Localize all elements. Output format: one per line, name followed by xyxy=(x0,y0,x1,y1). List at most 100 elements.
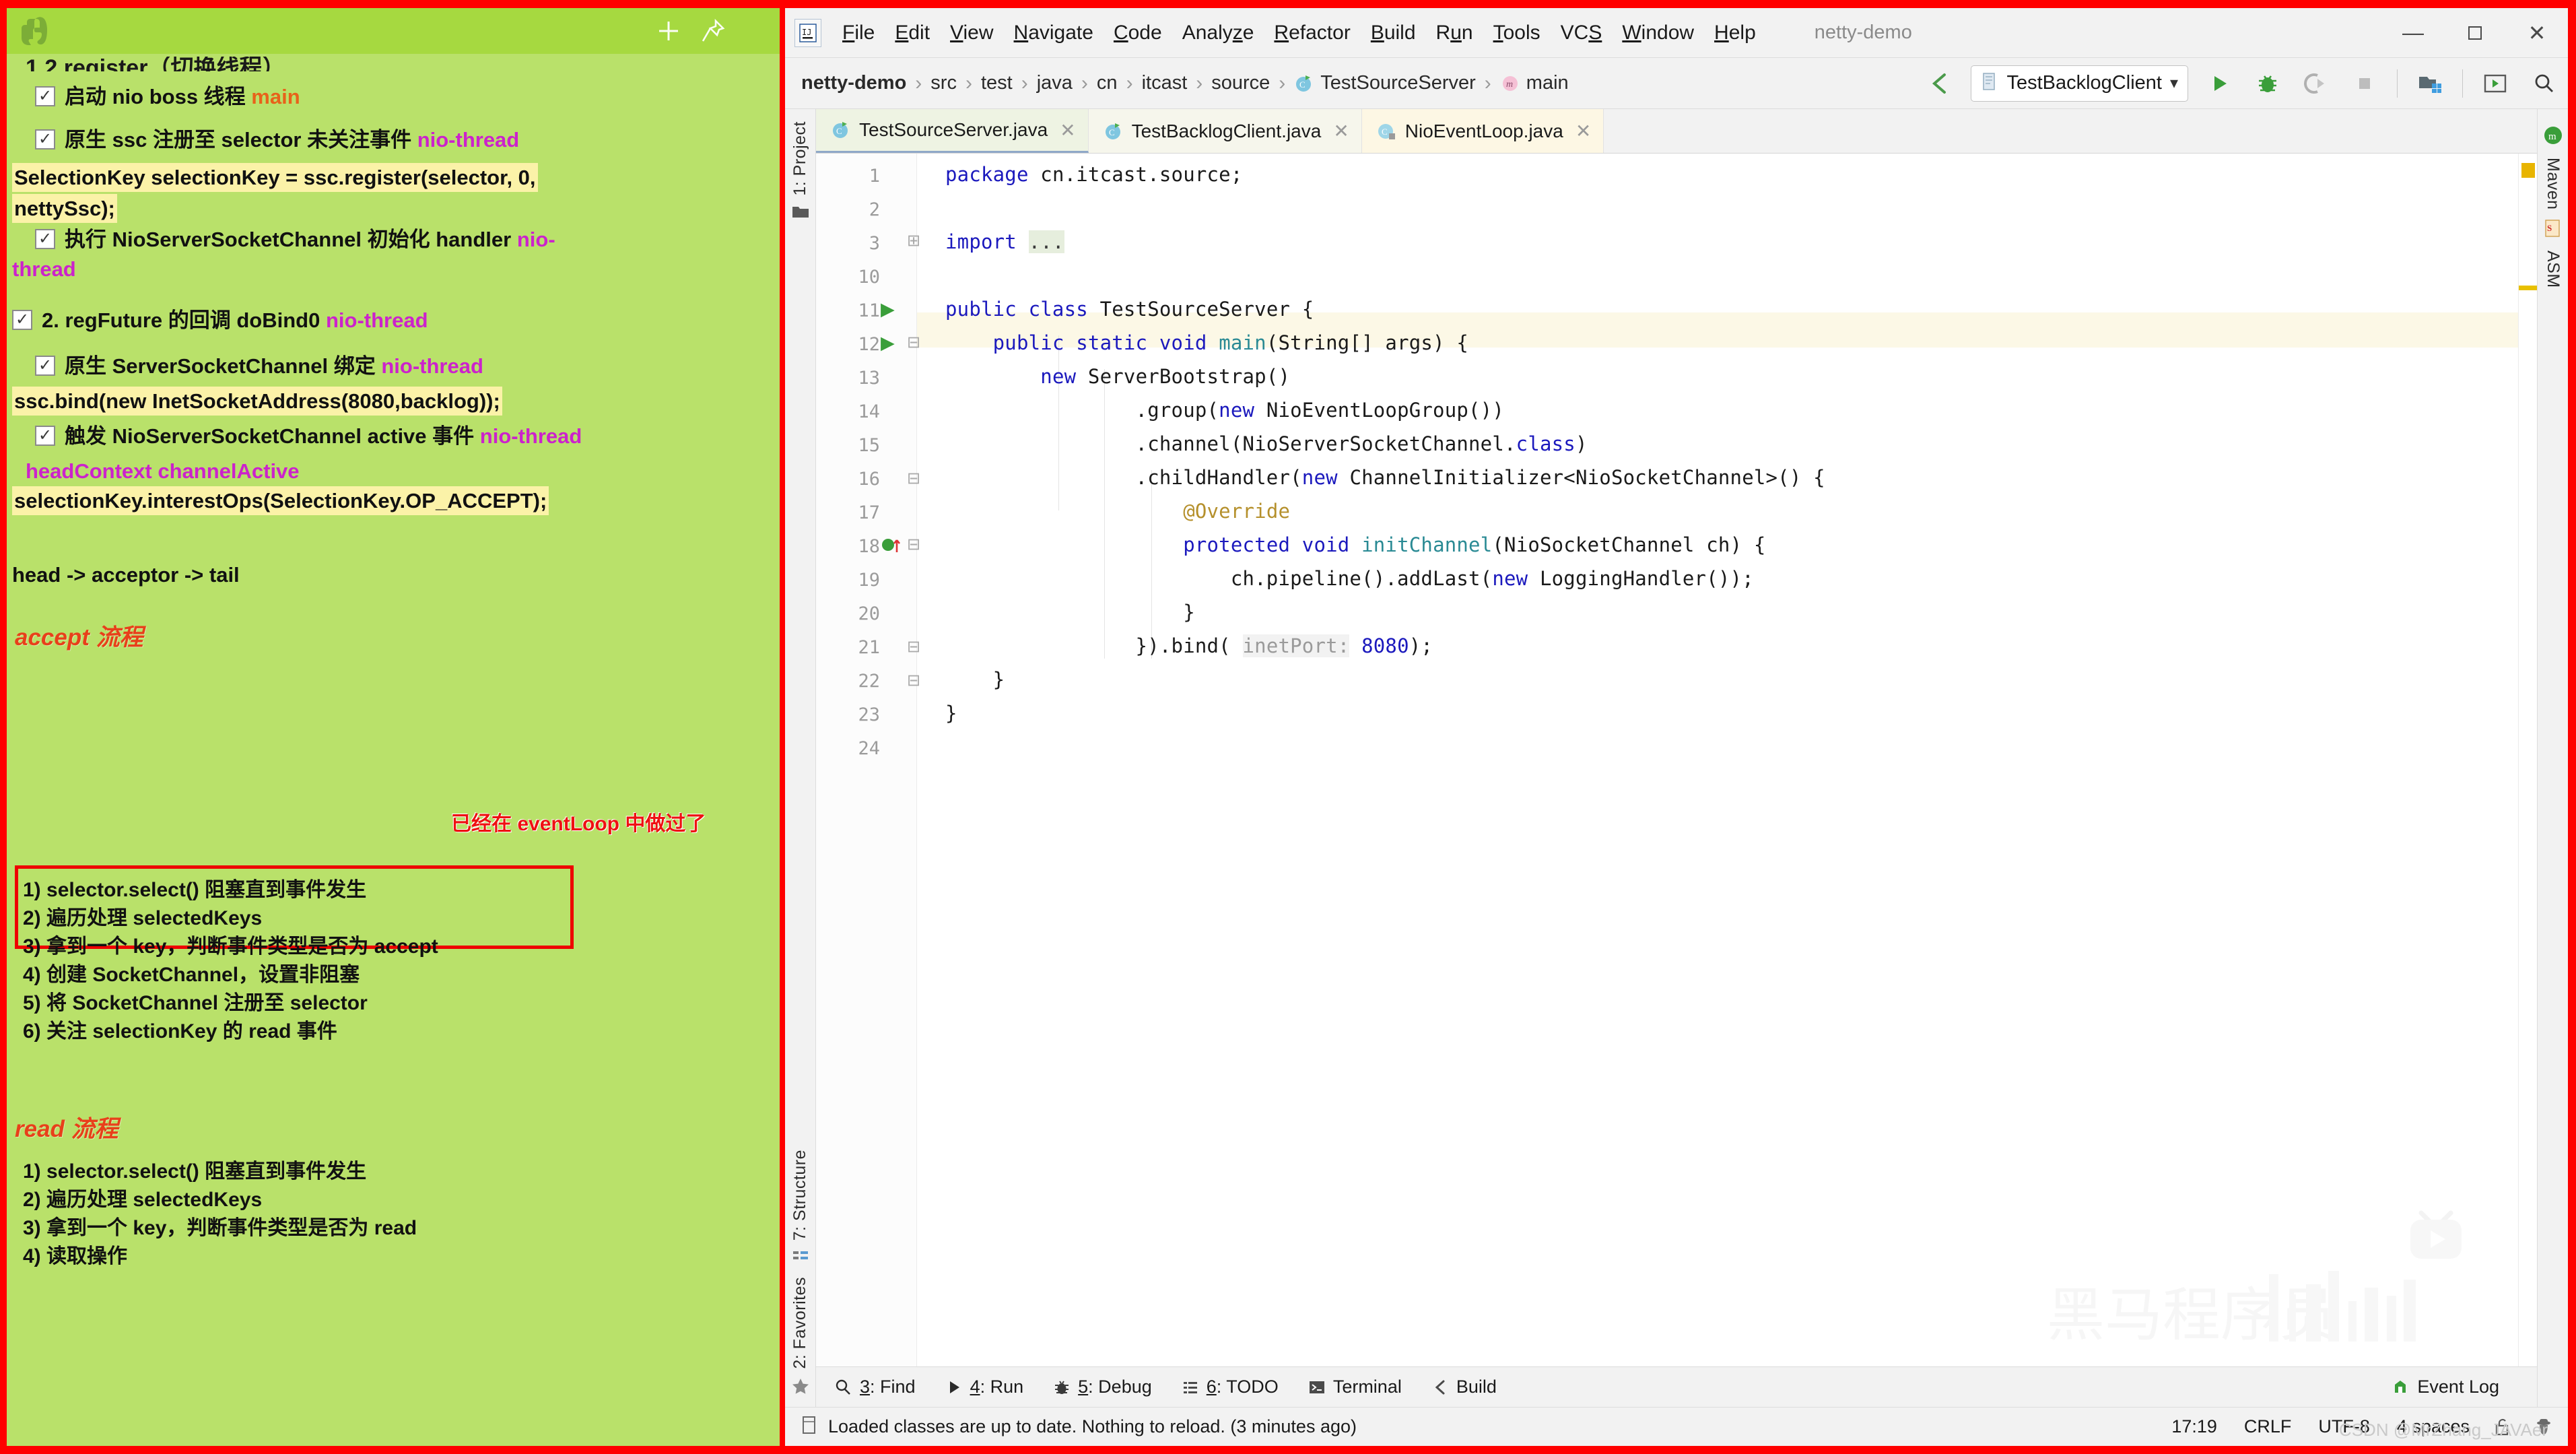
breadcrumb-item-source[interactable]: source xyxy=(1211,72,1270,94)
code-line: @Override xyxy=(1183,500,1291,523)
breadcrumb-item-test[interactable]: test xyxy=(981,72,1013,94)
menu-help[interactable]: Help xyxy=(1704,19,1766,47)
checkbox-checked-icon[interactable] xyxy=(12,310,32,330)
debug-bug-icon[interactable] xyxy=(2245,63,2290,104)
code-editor[interactable]: 1 2 3 10 11 12 13 14 15 16 17 18 19 20 2… xyxy=(816,154,2537,1366)
menu-window[interactable]: Window xyxy=(1612,19,1704,47)
menu-refactor[interactable]: Refactor xyxy=(1264,19,1360,47)
chevron-down-icon[interactable]: ▾ xyxy=(2170,73,2178,93)
menu-tools[interactable]: Tools xyxy=(1483,19,1551,47)
line-separator[interactable]: CRLF xyxy=(2244,1416,2292,1437)
sidebar-item-maven[interactable]: Maven xyxy=(2543,158,2563,210)
status-message[interactable]: Loaded classes are up to date. Nothing t… xyxy=(828,1416,1357,1437)
breadcrumb-separator: › xyxy=(1021,71,1028,94)
line-number: 19 xyxy=(858,570,880,591)
checklist-item[interactable]: 2. regFuture 的回调 doBind0 nio-thread xyxy=(12,307,428,334)
tool-window-strip: 3: Find 4: Run 5: Debug 6: TODO Termina… xyxy=(816,1366,2537,1407)
csdn-watermark: CSDN @MrZhang_JAVAer xyxy=(2338,1420,2548,1440)
menu-code[interactable]: Code xyxy=(1104,19,1172,47)
sidebar-item-asm[interactable]: ASM xyxy=(2543,251,2563,288)
star-favorites-icon[interactable] xyxy=(791,1377,810,1395)
breadcrumb-item-project[interactable]: netty-demo xyxy=(801,72,906,94)
run-configuration-selector[interactable]: TestBacklogClient ▾ xyxy=(1971,65,2188,102)
note-code-highlight: selectionKey.interestOps(SelectionKey.OP… xyxy=(12,486,549,515)
event-log-button[interactable]: Event Log xyxy=(2391,1377,2499,1397)
menu-analyze[interactable]: Analyze xyxy=(1172,19,1264,47)
line-number: 11 xyxy=(858,300,880,321)
tool-run[interactable]: 4: Run xyxy=(945,1377,1023,1397)
checklist-label: 原生 ssc 注册至 selector 未关注事件 nio-thread xyxy=(65,128,520,152)
caret-position[interactable]: 17:19 xyxy=(2171,1416,2217,1437)
checkbox-checked-icon[interactable] xyxy=(35,356,55,376)
checklist-item[interactable]: 启动 nio boss 线程 main xyxy=(35,84,300,110)
project-structure-icon[interactable] xyxy=(2408,63,2452,104)
checklist-item[interactable]: 执行 NioServerSocketChannel 初始化 handler ni… xyxy=(35,226,555,253)
maven-icon[interactable]: m xyxy=(2543,125,2563,145)
tool-todo[interactable]: 6: TODO xyxy=(1182,1377,1279,1397)
warning-marker[interactable] xyxy=(2521,163,2535,178)
more-icon[interactable] xyxy=(735,9,780,53)
line-number: 3 xyxy=(869,233,880,254)
breadcrumb-item-cn[interactable]: cn xyxy=(1097,72,1118,94)
breakpoint-icon[interactable] xyxy=(881,535,904,558)
tab-label: NioEventLoop.java xyxy=(1404,120,1563,141)
checkbox-checked-icon[interactable] xyxy=(35,86,55,106)
code-text[interactable]: package cn.itcast.source; import ... pub… xyxy=(917,154,2518,1366)
run-gutter-icon[interactable]: ▶ xyxy=(881,299,895,320)
project-folder-icon[interactable] xyxy=(791,204,810,220)
breadcrumb-item-java[interactable]: java xyxy=(1037,72,1073,94)
tab-test-source-server[interactable]: C TestSourceServer.java ✕ xyxy=(816,109,1089,153)
asm-icon[interactable]: S xyxy=(2543,218,2563,238)
run-play-icon[interactable] xyxy=(2197,63,2241,104)
run-gutter-icon[interactable]: ▶ xyxy=(881,333,895,354)
close-icon[interactable]: ✕ xyxy=(1060,119,1075,141)
checkbox-checked-icon[interactable] xyxy=(35,229,55,249)
sidebar-item-structure[interactable]: 7: Structure xyxy=(790,1150,810,1241)
pin-icon[interactable] xyxy=(691,9,735,53)
line-number-gutter[interactable]: 1 2 3 10 11 12 13 14 15 16 17 18 19 20 2… xyxy=(816,154,920,1366)
close-icon[interactable]: ✕ xyxy=(1333,120,1349,142)
menu-navigate[interactable]: Navigate xyxy=(1004,19,1104,47)
tab-test-backlog-client[interactable]: C TestBacklogClient.java ✕ xyxy=(1088,109,1362,153)
accept-step: 1) selector.select() 阻塞直到事件发生 xyxy=(23,879,367,901)
structure-icon[interactable] xyxy=(791,1249,810,1265)
checkbox-checked-icon[interactable] xyxy=(35,426,55,446)
preview-window-icon[interactable] xyxy=(2473,63,2517,104)
plus-icon[interactable] xyxy=(646,9,691,53)
change-marker[interactable] xyxy=(2519,286,2537,290)
sidebar-item-project[interactable]: 1: Project xyxy=(790,121,810,196)
breadcrumb-item-src[interactable]: src xyxy=(930,72,957,94)
sidebar-item-favorites[interactable]: 2: Favorites xyxy=(790,1277,810,1369)
breadcrumb-item-method[interactable]: m main xyxy=(1500,72,1569,94)
menu-edit[interactable]: Edit xyxy=(885,19,940,47)
menu-file[interactable]: File xyxy=(832,19,885,47)
tool-terminal[interactable]: Terminal xyxy=(1308,1377,1402,1397)
checklist-item[interactable]: 原生 ssc 注册至 selector 未关注事件 nio-thread xyxy=(35,127,519,154)
menu-vcs[interactable]: VCS xyxy=(1551,19,1613,47)
breadcrumb-separator: › xyxy=(965,71,972,94)
close-button[interactable]: ✕ xyxy=(2506,9,2568,57)
line-number: 10 xyxy=(858,267,880,288)
tool-find[interactable]: 3: Find xyxy=(834,1377,916,1397)
search-everywhere-icon[interactable] xyxy=(2521,63,2566,104)
breadcrumb-item-itcast[interactable]: itcast xyxy=(1142,72,1188,94)
tool-build[interactable]: Build xyxy=(1431,1377,1497,1397)
menu-build[interactable]: Build xyxy=(1361,19,1426,47)
maximize-button[interactable] xyxy=(2444,9,2506,57)
checklist-item[interactable]: 触发 NioServerSocketChannel active 事件 nio-… xyxy=(35,423,582,450)
tab-nio-event-loop[interactable]: C NioEventLoop.java ✕ xyxy=(1361,109,1604,153)
menu-run[interactable]: Run xyxy=(1426,19,1483,47)
close-icon[interactable]: ✕ xyxy=(1575,120,1591,142)
checklist-label: 执行 NioServerSocketChannel 初始化 handler ni… xyxy=(65,228,555,251)
run-play-icon xyxy=(945,1379,963,1396)
minimize-button[interactable]: — xyxy=(2382,9,2444,57)
checklist-item[interactable]: 原生 ServerSocketChannel 绑定 nio-thread xyxy=(35,353,483,380)
read-step: 1) selector.select() 阻塞直到事件发生 xyxy=(23,1160,367,1183)
build-arrow-icon[interactable] xyxy=(1918,63,1962,104)
checkbox-checked-icon[interactable] xyxy=(35,129,55,150)
read-step: 4) 读取操作 xyxy=(23,1245,128,1267)
menu-view[interactable]: View xyxy=(940,19,1003,47)
tool-debug[interactable]: 5: Debug xyxy=(1053,1377,1152,1397)
error-stripe-gutter[interactable] xyxy=(2518,154,2537,1366)
breadcrumb-item-class[interactable]: C TestSourceServer xyxy=(1294,72,1476,94)
